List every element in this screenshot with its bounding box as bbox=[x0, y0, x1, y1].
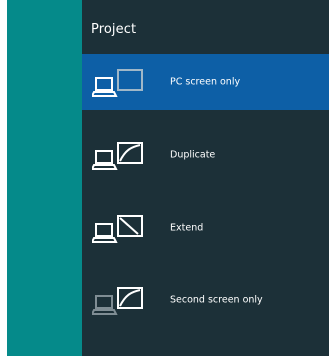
duplicate-icon bbox=[90, 139, 156, 173]
option-pc-screen-only[interactable]: PC screen only bbox=[82, 54, 329, 110]
option-label: Duplicate bbox=[170, 149, 216, 161]
panel-title: Project bbox=[91, 22, 137, 37]
pc-screen-only-icon bbox=[90, 66, 156, 100]
second-screen-only-icon bbox=[90, 284, 156, 318]
desktop-background bbox=[7, 0, 82, 356]
option-label: Extend bbox=[170, 222, 204, 234]
option-extend[interactable]: Extend bbox=[82, 200, 329, 256]
option-second-screen-only[interactable]: Second screen only bbox=[82, 272, 329, 328]
option-duplicate[interactable]: Duplicate bbox=[82, 127, 329, 183]
option-label: PC screen only bbox=[170, 76, 241, 88]
extend-icon bbox=[90, 212, 156, 246]
project-panel: Project PC screen only Duplicate Extend … bbox=[82, 0, 329, 356]
option-label: Second screen only bbox=[170, 294, 263, 306]
